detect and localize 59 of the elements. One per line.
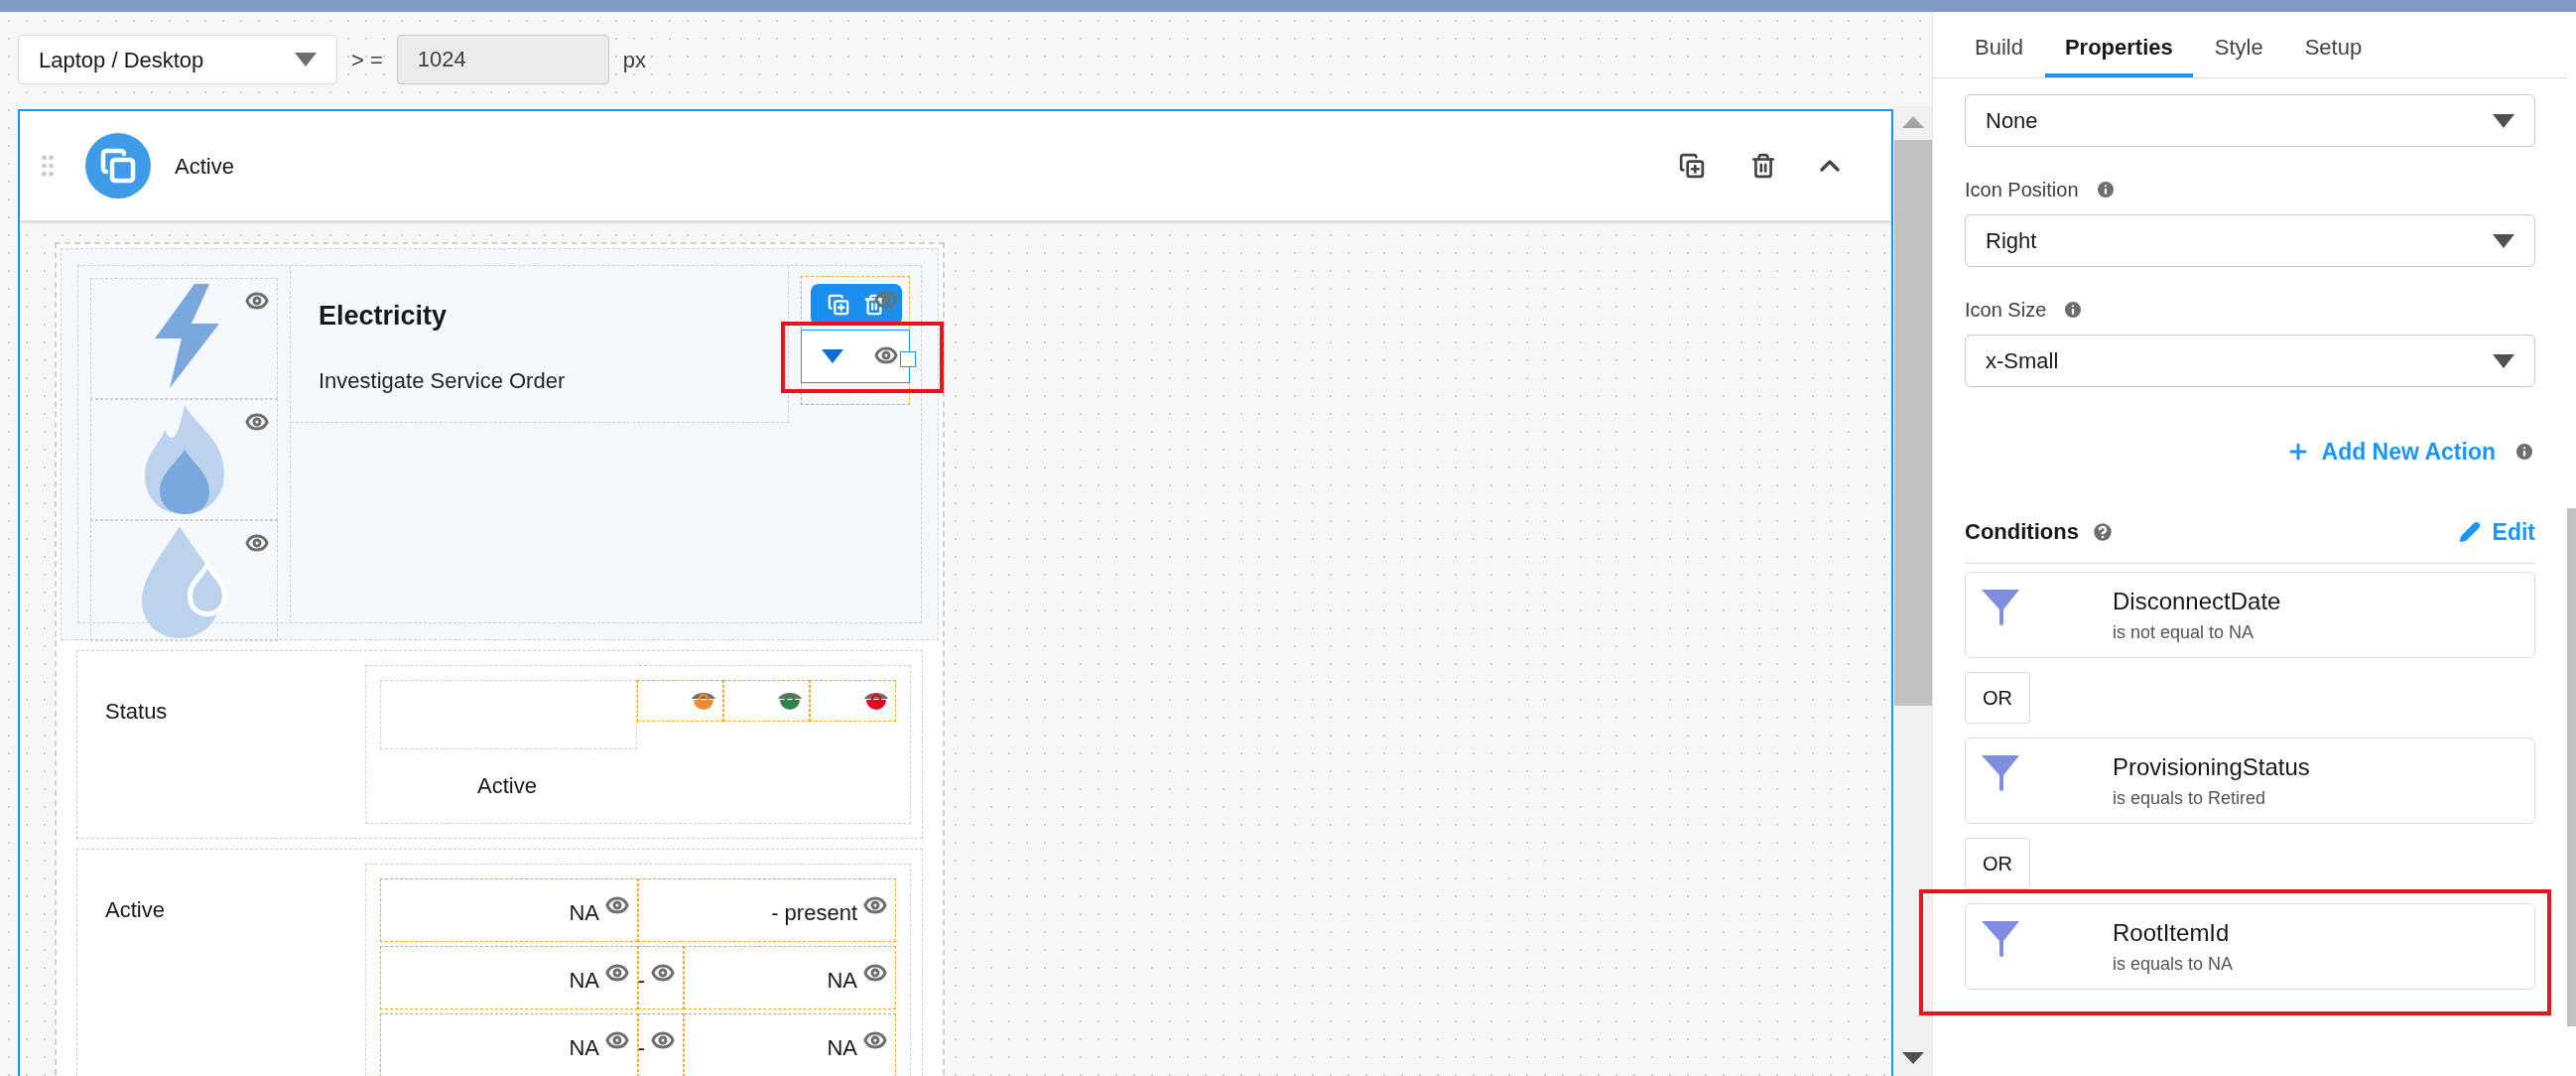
eye-icon[interactable]	[692, 693, 715, 699]
conditions-heading: Conditions	[1965, 518, 2079, 547]
resize-handle[interactable]	[900, 351, 916, 367]
card-subtitle: Investigate Service Order	[319, 366, 567, 395]
width-field[interactable]: 1024	[396, 35, 609, 84]
cell-text: NA	[827, 967, 857, 995]
select-field[interactable]: None	[1965, 94, 2535, 147]
status-value: Active	[477, 772, 537, 800]
caret-icon	[2493, 233, 2514, 248]
cell-text: -	[637, 967, 645, 995]
device-dropdown[interactable]: Laptop / Desktop	[18, 35, 337, 84]
condition-rule: is not equal to NA	[2113, 621, 2255, 644]
cell-text: NA	[569, 1034, 599, 1062]
cell-text: NA	[569, 967, 599, 995]
unit-label: px	[622, 46, 647, 74]
eye-icon[interactable]	[778, 693, 802, 699]
condition-rule: is equals to NA	[2113, 953, 2234, 976]
cell-text: NA	[569, 899, 599, 927]
active-label: Active	[104, 896, 166, 924]
panel-tab[interactable]: Style	[2194, 12, 2283, 77]
pencil-icon	[2458, 520, 2481, 543]
cell-text: NA	[827, 1034, 857, 1062]
filter-icon	[1982, 755, 2019, 791]
delete-icon[interactable]	[863, 294, 885, 316]
field-label: Icon Size	[1965, 298, 2047, 323]
condition-card[interactable]: RootItemId is equals to NA	[1965, 903, 2535, 990]
filter-icon	[1982, 921, 2019, 957]
scroll-down-icon[interactable]	[1901, 1052, 1924, 1064]
panel-tab[interactable]: Setup	[2284, 12, 2383, 77]
cell-text: - present	[771, 899, 857, 927]
condition-field: ProvisioningStatus	[2113, 749, 2310, 785]
card-title: Electricity	[319, 300, 449, 333]
or-chip: OR	[1965, 838, 2030, 889]
scrollbar-thumb[interactable]	[2567, 508, 2576, 1026]
caret-icon	[2493, 113, 2514, 128]
scrollbar[interactable]	[1893, 106, 1932, 1076]
caret-icon	[295, 53, 317, 67]
select-field[interactable]: Right	[1965, 214, 2535, 267]
duplicate-icon[interactable]	[1679, 153, 1705, 179]
condition-card[interactable]: ProvisioningStatus is equals to Retired	[1965, 738, 2535, 824]
caret-icon	[2493, 353, 2514, 368]
select-field[interactable]: x-Small	[1965, 335, 2535, 387]
condition-rule: is equals to Retired	[2113, 787, 2267, 810]
condition-card[interactable]: DisconnectDate is not equal to NA	[1965, 572, 2535, 658]
condition-field: DisconnectDate	[2113, 584, 2281, 619]
dropdown-trigger[interactable]	[801, 330, 910, 383]
section-title: Active	[175, 152, 235, 181]
or-chip: OR	[1965, 672, 2030, 724]
eye-icon[interactable]	[864, 693, 888, 699]
status-label: Status	[104, 698, 169, 726]
condition-field: RootItemId	[2113, 915, 2234, 951]
operator-label: > =	[351, 46, 383, 74]
panel-tab[interactable]: Build	[1955, 12, 2043, 77]
field-label: Icon Position	[1965, 178, 2079, 202]
panel-tab[interactable]: Properties	[2044, 12, 2193, 77]
filter-icon	[1982, 590, 2019, 625]
cell-text: -	[637, 1034, 645, 1062]
caret-icon	[822, 349, 843, 363]
delete-icon[interactable]	[1750, 153, 1776, 179]
